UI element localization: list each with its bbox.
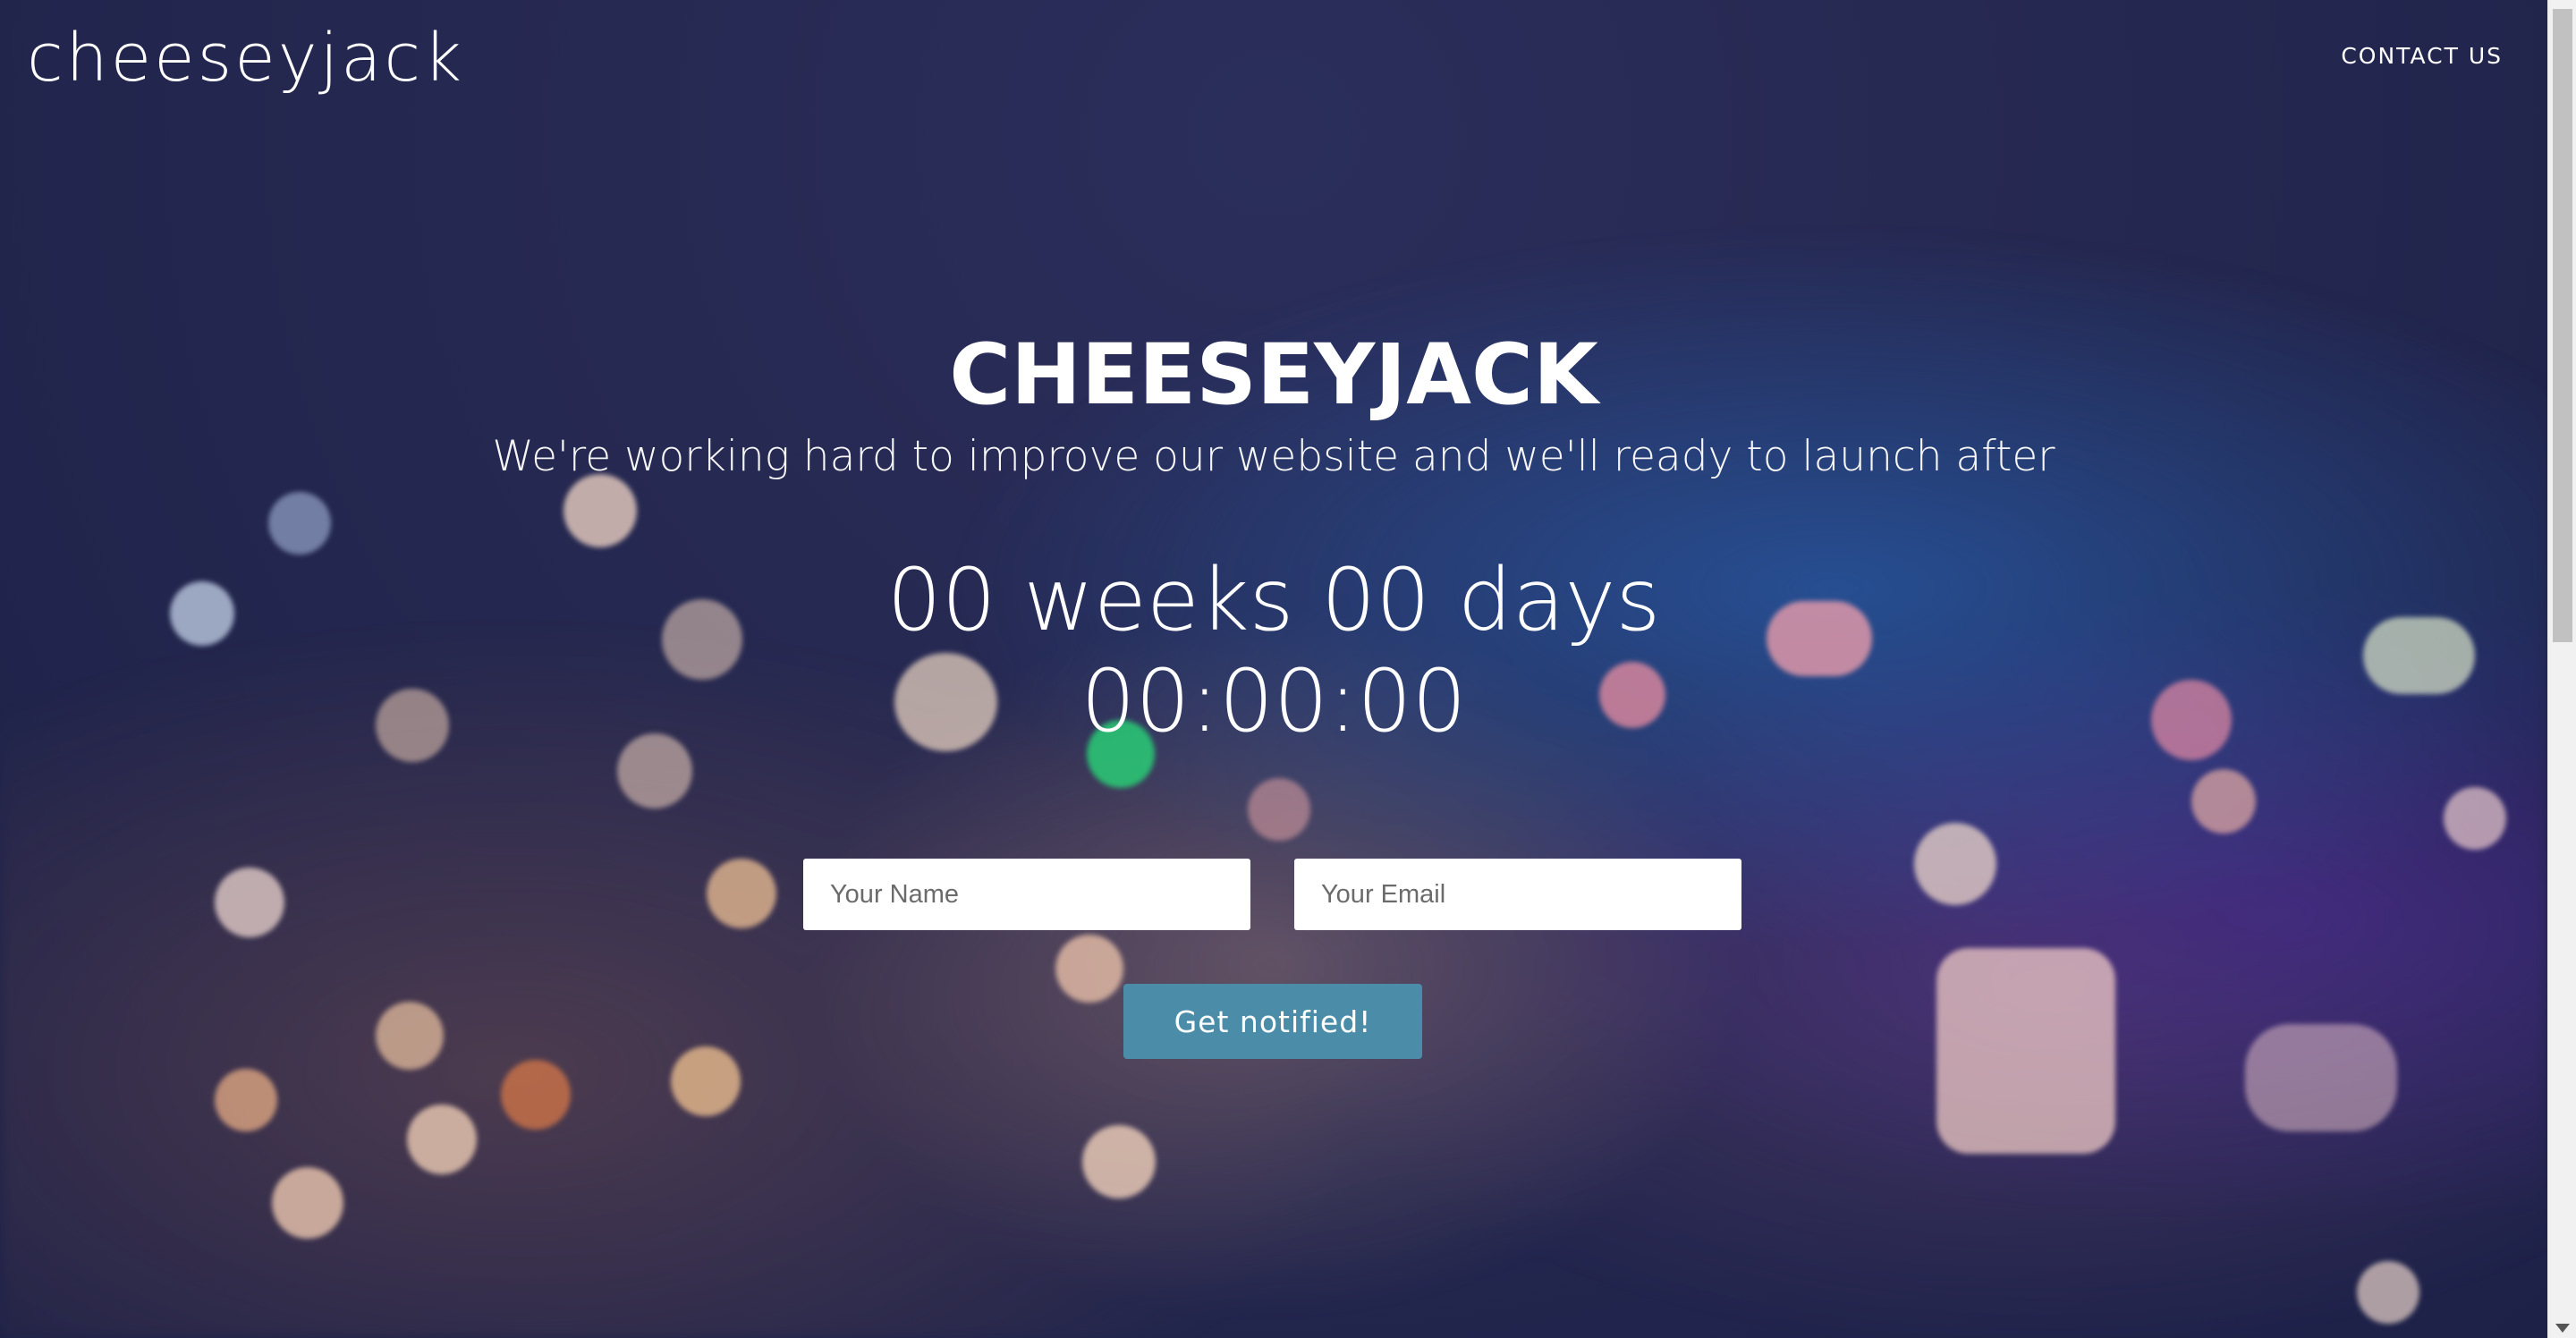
countdown-weeks-days: 00 weeks 00 days	[886, 550, 1661, 650]
page-title: CHEESEYJACK	[949, 326, 1598, 424]
get-notified-button[interactable]: Get notified!	[1123, 984, 1422, 1059]
coming-soon-page: cheeseyjack CONTACT US CHEESEYJACK We're…	[0, 0, 2576, 1338]
launch-subtitle: We're working hard to improve our websit…	[492, 432, 2055, 481]
scrollbar-thumb[interactable]	[2553, 9, 2572, 642]
contact-us-link[interactable]: CONTACT US	[2341, 43, 2503, 69]
countdown-clock: 00:00:00	[1080, 651, 1467, 752]
name-input[interactable]	[803, 859, 1250, 930]
notify-form	[0, 859, 2547, 930]
scroll-down-arrow-icon[interactable]	[2555, 1324, 2570, 1333]
site-header: cheeseyjack CONTACT US	[0, 0, 2547, 143]
email-input[interactable]	[1294, 859, 1741, 930]
countdown-timer: 00 weeks 00 days 00:00:00	[0, 550, 2547, 753]
brand-logo-text[interactable]: cheeseyjack	[27, 25, 464, 91]
vertical-scrollbar[interactable]	[2547, 0, 2576, 1338]
hero-section: CHEESEYJACK We're working hard to improv…	[0, 0, 2547, 1338]
